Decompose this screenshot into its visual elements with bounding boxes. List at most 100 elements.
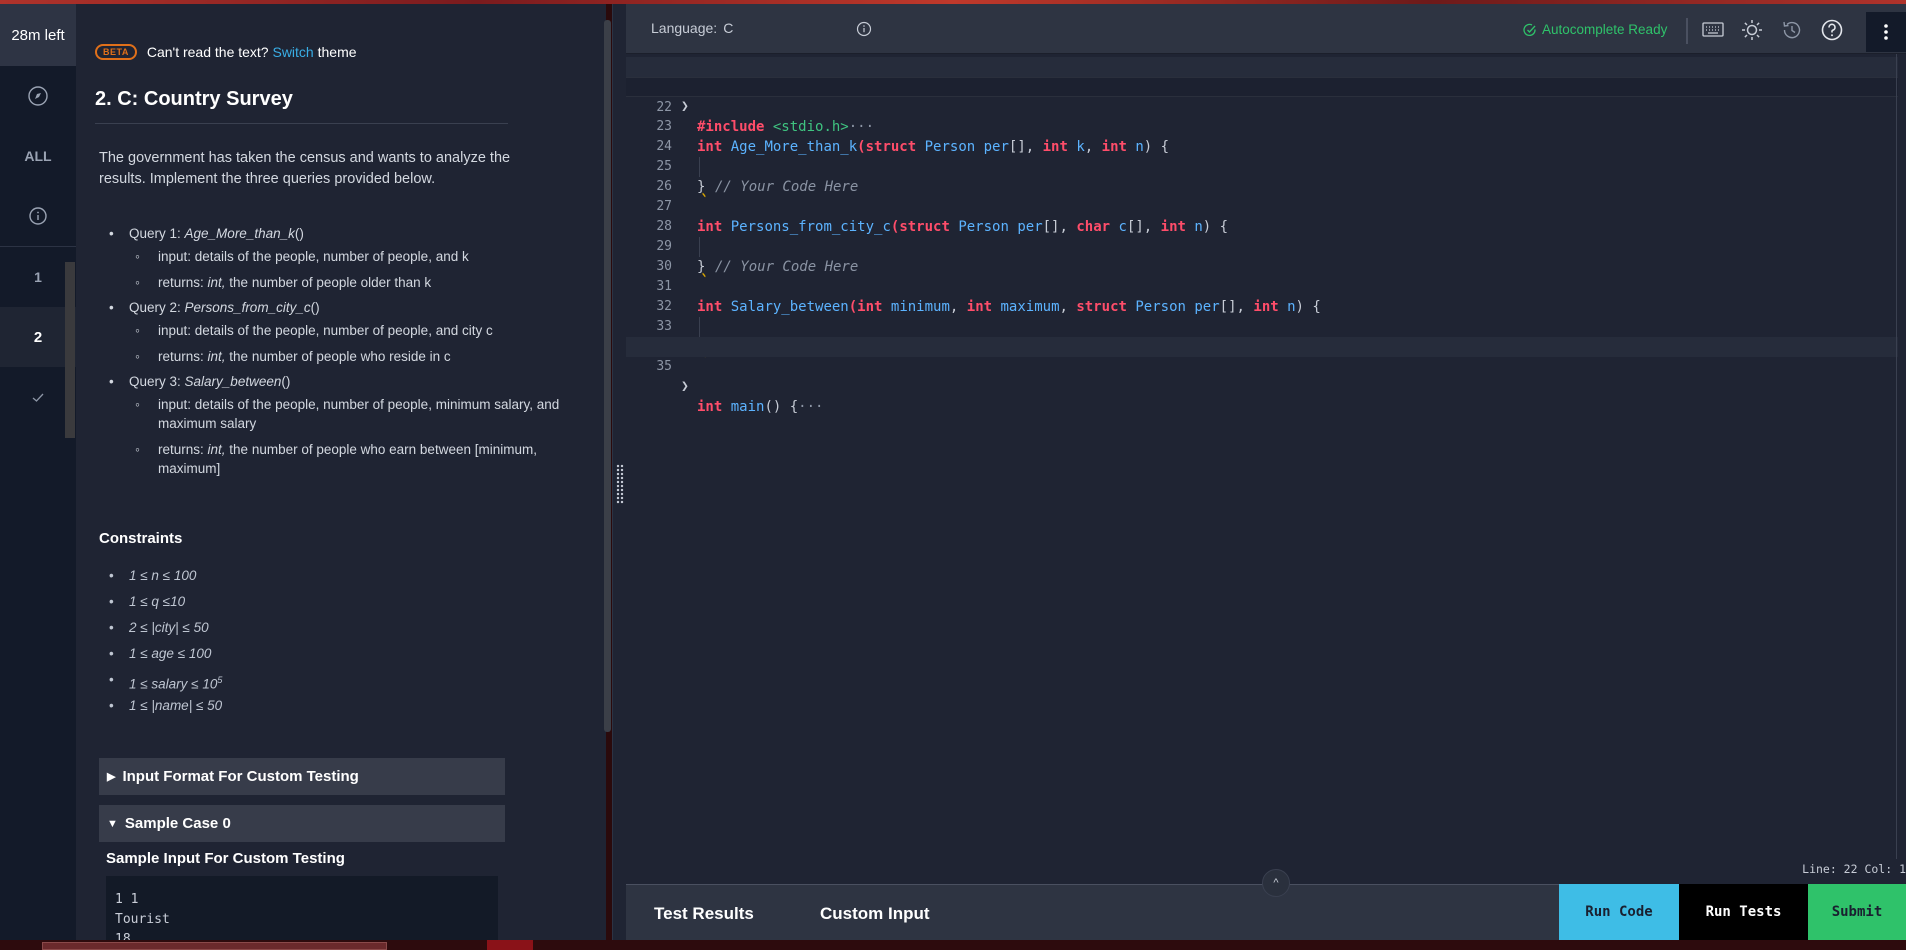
code-editor-panel: Language: C Autocomplete Ready 1 ❯ #inclu… bbox=[626, 4, 1906, 940]
fold-chevron-right-icon[interactable]: ❯ bbox=[681, 377, 689, 397]
question-nav: 28m left ALL 1 2 bbox=[0, 4, 76, 940]
more-menu-button[interactable] bbox=[1866, 12, 1906, 52]
accordion-title: Sample Case 0 bbox=[124, 815, 231, 832]
returns-text: the number of people who reside in c bbox=[225, 349, 451, 364]
constraint-item: 2 ≤ |city| ≤ 50 bbox=[106, 618, 222, 644]
query-input: input: details of the people, number of … bbox=[129, 395, 566, 433]
code-line: 28 // Your Code Here bbox=[626, 197, 1898, 275]
title-divider bbox=[95, 123, 508, 124]
code-line: 33 } bbox=[626, 297, 1898, 355]
help-icon[interactable] bbox=[1820, 18, 1844, 42]
check-circle-icon bbox=[1523, 23, 1536, 36]
taskbar-segment bbox=[42, 942, 387, 950]
drag-handle-icon[interactable] bbox=[616, 464, 624, 504]
editor-toolbar: Language: C Autocomplete Ready bbox=[626, 4, 1906, 54]
query-function: Salary_between bbox=[184, 374, 282, 389]
query-suffix: () bbox=[310, 300, 320, 315]
submit-button[interactable]: Submit bbox=[1808, 884, 1906, 940]
check-icon bbox=[32, 393, 44, 402]
constraint-item: 1 ≤ age ≤ 100 bbox=[106, 644, 222, 670]
nav-question-2-label: 2 bbox=[33, 328, 43, 346]
beta-badge: BETA bbox=[95, 44, 137, 60]
constraint-item: 1 ≤ |name| ≤ 50 bbox=[106, 696, 222, 722]
problem-panel: BETA Can't read the text? Switch theme 2… bbox=[76, 4, 606, 940]
query-input: input: details of the people, number of … bbox=[129, 321, 566, 340]
query-item: Query 1: Age_More_than_k() input: detail… bbox=[106, 226, 566, 292]
theme-sun-icon[interactable] bbox=[1740, 18, 1764, 42]
code-line: 31 int Salary_between(int minimum, int m… bbox=[626, 257, 1898, 315]
history-icon[interactable] bbox=[1780, 18, 1804, 42]
query-prefix: Query 3: bbox=[129, 374, 185, 389]
language-selector[interactable]: Language: C bbox=[651, 20, 733, 36]
query-list: Query 1: Age_More_than_k() input: detail… bbox=[106, 226, 566, 486]
more-vertical-icon bbox=[1884, 24, 1888, 40]
returns-label: returns: bbox=[158, 275, 208, 290]
query-item: Query 2: Persons_from_city_c() input: de… bbox=[106, 300, 566, 366]
folded-ellipsis[interactable]: ··· bbox=[798, 399, 823, 415]
code-line: 23 int Age_More_than_k(struct Person per… bbox=[626, 97, 1898, 155]
code-line: 32 // Your Code Here bbox=[626, 277, 1898, 355]
constraint-text: 1 ≤ q ≤10 bbox=[129, 594, 186, 609]
sample-input-heading: Sample Input For Custom Testing bbox=[106, 850, 345, 867]
query-function: Age_More_than_k bbox=[184, 226, 295, 241]
query-returns: returns: int, the number of people who r… bbox=[129, 347, 566, 366]
toolbar-divider bbox=[1686, 18, 1688, 44]
compass-icon bbox=[28, 86, 48, 106]
code-line: 1 ❯ #include <stdio.h>··· bbox=[626, 57, 1898, 135]
language-value: C bbox=[723, 20, 734, 36]
query-suffix: () bbox=[294, 226, 304, 241]
returns-type: int, bbox=[207, 275, 226, 290]
query-returns: returns: int, the number of people who e… bbox=[129, 440, 566, 478]
caret-down-icon: ▼ bbox=[107, 817, 118, 830]
code-line: 25 } bbox=[626, 137, 1898, 195]
constraints-heading: Constraints bbox=[99, 530, 183, 547]
returns-text: the number of people older than k bbox=[225, 275, 432, 290]
run-code-button[interactable]: Run Code bbox=[1559, 884, 1679, 940]
problem-title: 2. C: Country Survey bbox=[95, 88, 293, 110]
nav-compass[interactable] bbox=[0, 66, 76, 126]
keyboard-icon[interactable] bbox=[1701, 18, 1725, 42]
language-label: Language: bbox=[651, 20, 718, 36]
taskbar-segment bbox=[487, 940, 533, 950]
autocomplete-label: Autocomplete Ready bbox=[1542, 22, 1668, 37]
expand-panel-button[interactable]: ^ bbox=[1262, 869, 1290, 897]
query-input: input: details of the people, number of … bbox=[129, 247, 566, 266]
nav-scrollbar[interactable] bbox=[65, 262, 75, 438]
code-line: 34 bbox=[626, 317, 1898, 354]
returns-type: int, bbox=[207, 349, 226, 364]
code-line: 27 int Persons_from_city_c(struct Person… bbox=[626, 177, 1898, 235]
constraint-text: 1 ≤ n ≤ 100 bbox=[129, 568, 197, 583]
info-icon[interactable] bbox=[856, 21, 872, 37]
time-remaining: 28m left bbox=[0, 4, 76, 66]
theme-suffix: theme bbox=[317, 44, 357, 60]
run-tests-button[interactable]: Run Tests bbox=[1679, 884, 1808, 940]
tab-custom-input[interactable]: Custom Input bbox=[820, 904, 930, 924]
browser-bottom-strip bbox=[0, 940, 1906, 950]
nav-all[interactable]: ALL bbox=[0, 126, 76, 186]
sample-input-block: 1 1 Tourist 18 bbox=[106, 876, 498, 940]
line-number: 35 bbox=[656, 359, 672, 374]
constraint-text: 2 ≤ |city| ≤ 50 bbox=[129, 620, 209, 635]
cursor-position: Line: 22 Col: 1 bbox=[1802, 862, 1906, 876]
sample-case-accordion[interactable]: ▼ Sample Case 0 bbox=[99, 805, 505, 842]
autocomplete-status: Autocomplete Ready bbox=[1523, 22, 1667, 37]
returns-label: returns: bbox=[158, 442, 208, 457]
constraint-text: 1 ≤ age ≤ 100 bbox=[129, 646, 212, 661]
tab-test-results[interactable]: Test Results bbox=[654, 904, 754, 924]
editor-scrollbar[interactable] bbox=[1896, 54, 1906, 859]
chevron-up-icon: ^ bbox=[1273, 877, 1279, 889]
code-line: 26 bbox=[626, 157, 1898, 194]
nav-info[interactable] bbox=[0, 186, 76, 246]
problem-description: The government has taken the census and … bbox=[99, 150, 511, 187]
constraint-item: 1 ≤ salary ≤ 105 bbox=[106, 670, 222, 696]
returns-type: int, bbox=[207, 442, 226, 457]
switch-theme-link[interactable]: Switch bbox=[272, 44, 313, 60]
query-prefix: Query 1: bbox=[129, 226, 185, 241]
info-icon bbox=[29, 207, 47, 225]
code-line-current: 22 bbox=[626, 77, 1898, 115]
code-area[interactable]: 1 ❯ #include <stdio.h>··· 22 23 int Age_… bbox=[626, 54, 1906, 859]
input-format-accordion[interactable]: ▶ Input Format For Custom Testing bbox=[99, 758, 505, 795]
constraint-item: 1 ≤ n ≤ 100 bbox=[106, 566, 222, 592]
problem-scrollbar[interactable] bbox=[604, 20, 611, 732]
constraints-list: 1 ≤ n ≤ 100 1 ≤ q ≤10 2 ≤ |city| ≤ 50 1 … bbox=[106, 566, 222, 722]
